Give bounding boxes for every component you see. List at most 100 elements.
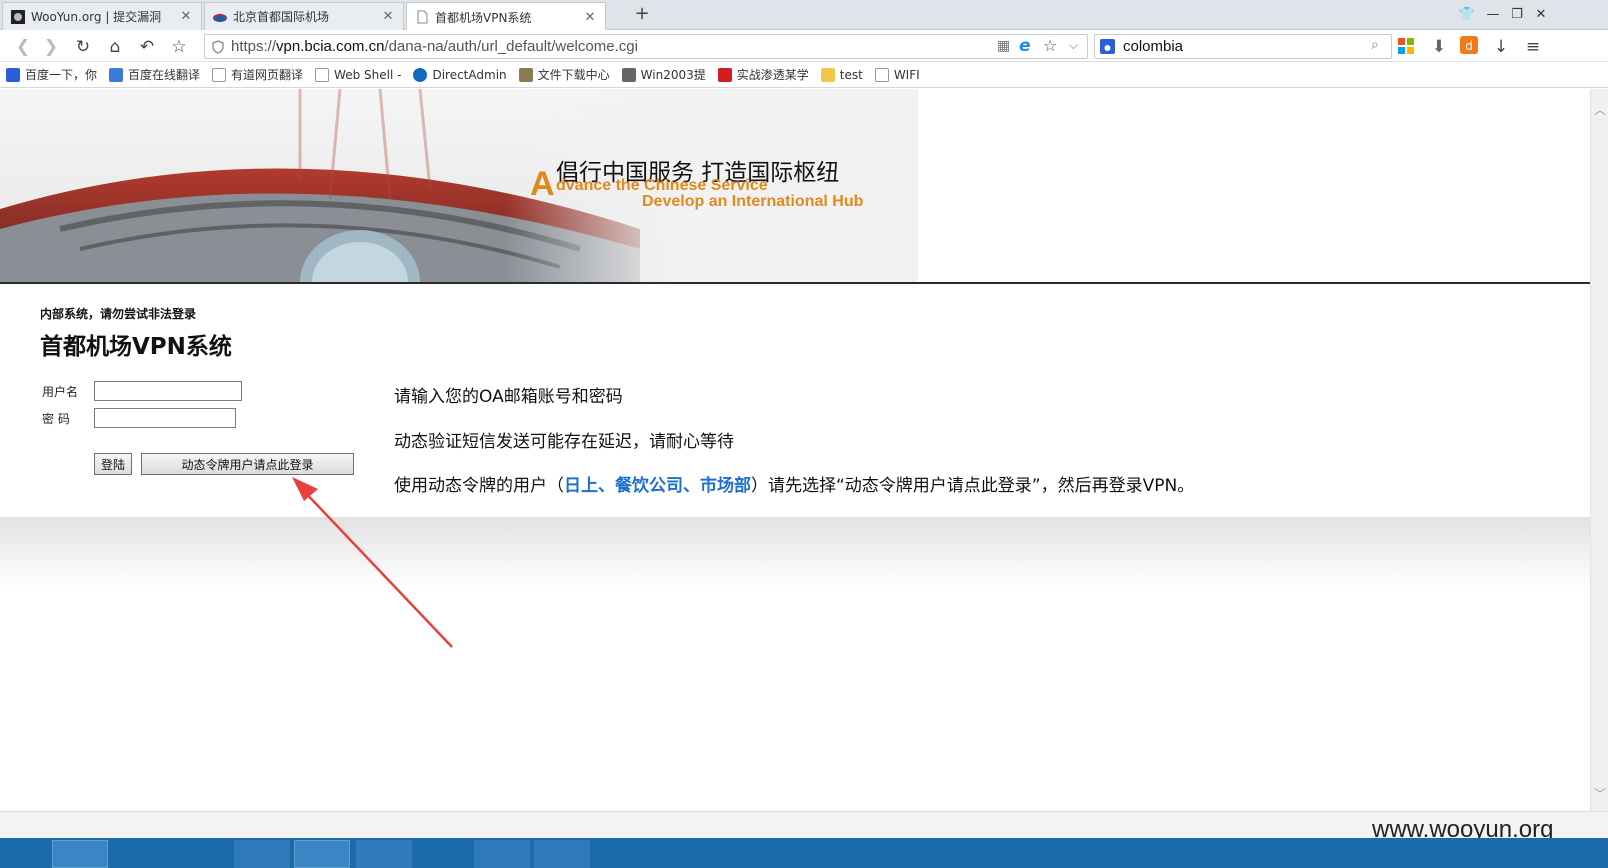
download-icon[interactable]: ↓ [1490, 36, 1512, 58]
ie-compat-icon[interactable]: e [1019, 36, 1031, 56]
taskbar-app[interactable] [534, 840, 590, 868]
taskbar-app[interactable] [234, 840, 290, 868]
scroll-up-icon[interactable]: ︿ [1594, 101, 1606, 118]
chevron-down-icon[interactable]: ⌵ [1069, 38, 1078, 53]
shield-icon [212, 40, 224, 54]
home-icon[interactable]: ⌂ [104, 36, 126, 58]
tab-wooyun[interactable]: WooYun.org | 提交漏洞 ✕ [2, 2, 202, 30]
login-button[interactable]: 登陆 [94, 453, 132, 475]
bookmark-item[interactable]: WIFI [874, 67, 920, 82]
bookmark-item[interactable]: 文件下载中心 [518, 66, 610, 83]
username-input[interactable] [94, 381, 242, 401]
bookmark-item[interactable]: 百度一下，你 [6, 66, 97, 83]
footer-shadow [0, 517, 1590, 587]
airport-logo-icon [213, 13, 227, 22]
bookmark-star-icon[interactable]: ☆ [1043, 36, 1057, 55]
page-icon [315, 67, 330, 82]
extension-icon[interactable]: ⬇ [1428, 36, 1450, 58]
reload-icon[interactable]: ↻ [72, 36, 94, 58]
undo-icon[interactable]: ↶ [136, 36, 158, 58]
download-center-icon [518, 67, 533, 82]
vertical-scrollbar[interactable]: ︿ ﹀ [1590, 89, 1608, 811]
username-label: 用户名 [42, 385, 79, 399]
bookmark-label: 实战渗透某学 [736, 68, 809, 82]
info-line-3: 使用动态令牌的用户（日上、餐饮公司、市场部）请先选择“动态令牌用户请点此登录”，… [394, 471, 1194, 496]
status-bar: www.wooyun.org [0, 811, 1608, 843]
info-line-2: 动态验证短信发送可能存在延迟，请耐心等待 [394, 432, 734, 452]
menu-icon[interactable]: ≡ [1522, 36, 1544, 58]
bookmark-label: Win2003提 [640, 68, 706, 82]
bookmark-item[interactable]: Web Shell - [315, 67, 401, 82]
taskbar-app[interactable] [474, 840, 530, 868]
page-content: 倡行中国服务 打造国际枢纽 A dvance the Chinese Servi… [0, 89, 1590, 811]
apps-grid-icon[interactable] [1398, 38, 1414, 54]
nav-bar: ❮ ❯ ↻ ⌂ ↶ ☆ https://vpn.bcia.com.cn/dana… [0, 30, 1608, 62]
directadmin-icon [413, 67, 428, 82]
shirt-icon[interactable]: 👕 [1458, 6, 1476, 24]
password-input[interactable] [94, 408, 236, 428]
url-scheme: https:// [231, 38, 277, 55]
tool-icon [621, 67, 636, 82]
bookmark-label: 文件下载中心 [537, 68, 610, 82]
header-divider [0, 282, 1590, 284]
warning-text: 内部系统，请勿尝试非法登录 [40, 307, 197, 321]
back-icon[interactable]: ❮ [12, 36, 34, 58]
search-icon[interactable]: ⌕ [1371, 37, 1379, 53]
info-line-3-suffix: ）请先选择“动态令牌用户请点此登录”，然后再登录VPN。 [751, 476, 1195, 496]
tab-bcia[interactable]: 北京首都国际机场 ✕ [204, 2, 404, 30]
bookmark-item[interactable]: Win2003提 [621, 66, 706, 83]
bookmark-item[interactable]: 实战渗透某学 [717, 66, 809, 83]
token-login-button[interactable]: 动态令牌用户请点此登录 [141, 453, 354, 475]
taskbar-app[interactable] [294, 840, 350, 868]
bookmark-label: DirectAdmin [432, 67, 507, 82]
tab-label: 北京首都国际机场 [233, 10, 330, 24]
info-line-3-prefix: 使用动态令牌的用户（ [394, 476, 564, 496]
svg-text:d: d [1465, 39, 1473, 53]
minimize-icon[interactable]: — [1484, 6, 1502, 24]
page-icon [417, 10, 428, 24]
slogan-cap-letter: A [530, 165, 555, 203]
baidu-icon [1100, 39, 1115, 54]
tab-strip: WooYun.org | 提交漏洞 ✕ 北京首都国际机场 ✕ 首都机场VPN系统… [0, 0, 1608, 31]
weibo-icon[interactable]: d [1460, 36, 1478, 54]
url-path: /dana-na/auth/url_default/welcome.cgi [384, 38, 638, 55]
page-title: 首都机场VPN系统 [40, 334, 232, 360]
h-logo-icon [717, 67, 732, 82]
bookmark-label: WIFI [893, 67, 920, 82]
favorite-star-icon[interactable]: ☆ [168, 36, 190, 58]
address-bar[interactable]: https://vpn.bcia.com.cn/dana-na/auth/url… [204, 34, 1088, 59]
bookmark-label: test [839, 67, 863, 82]
bookmark-label: 百度一下，你 [25, 68, 98, 82]
slogan-english-line2: Develop an International Hub [642, 193, 864, 210]
page-icon [212, 67, 227, 82]
bookmark-label: 有道网页翻译 [231, 68, 304, 82]
new-tab-button[interactable]: + [632, 4, 652, 24]
qrcode-icon[interactable]: ▦ [997, 38, 1010, 54]
baidu-icon [6, 67, 20, 82]
close-window-icon[interactable]: ✕ [1532, 6, 1550, 24]
bookmark-item[interactable]: DirectAdmin [413, 67, 507, 82]
tab-vpn[interactable]: 首都机场VPN系统 ✕ [406, 2, 606, 31]
taskbar-app[interactable] [356, 840, 412, 868]
taskbar [0, 838, 1608, 868]
close-icon[interactable]: ✕ [381, 9, 395, 24]
wooyun-favicon-icon [11, 9, 25, 24]
maximize-icon[interactable]: ❐ [1508, 6, 1526, 24]
close-icon[interactable]: ✕ [583, 10, 597, 25]
tab-label: 首都机场VPN系统 [435, 10, 532, 25]
bookmark-item[interactable]: test [820, 67, 863, 82]
bookmarks-bar: 百度一下，你 百度在线翻译 有道网页翻译 Web Shell - DirectA… [0, 62, 1608, 88]
bookmark-item[interactable]: 有道网页翻译 [212, 66, 303, 83]
search-input[interactable]: colombia [1123, 38, 1183, 55]
info-line-1: 请输入您的OA邮箱账号和密码 [394, 387, 623, 407]
forward-icon[interactable]: ❯ [40, 36, 62, 58]
search-box[interactable]: colombia ⌕ [1094, 34, 1392, 59]
password-label: 密 码 [42, 412, 70, 426]
header-banner: 倡行中国服务 打造国际枢纽 A dvance the Chinese Servi… [0, 89, 918, 282]
translate-icon [109, 67, 124, 82]
scroll-down-icon[interactable]: ﹀ [1594, 785, 1606, 802]
department-highlight: 日上、餐饮公司、市场部 [564, 476, 751, 496]
taskbar-app[interactable] [52, 840, 108, 868]
close-icon[interactable]: ✕ [179, 9, 193, 24]
bookmark-item[interactable]: 百度在线翻译 [109, 66, 200, 83]
